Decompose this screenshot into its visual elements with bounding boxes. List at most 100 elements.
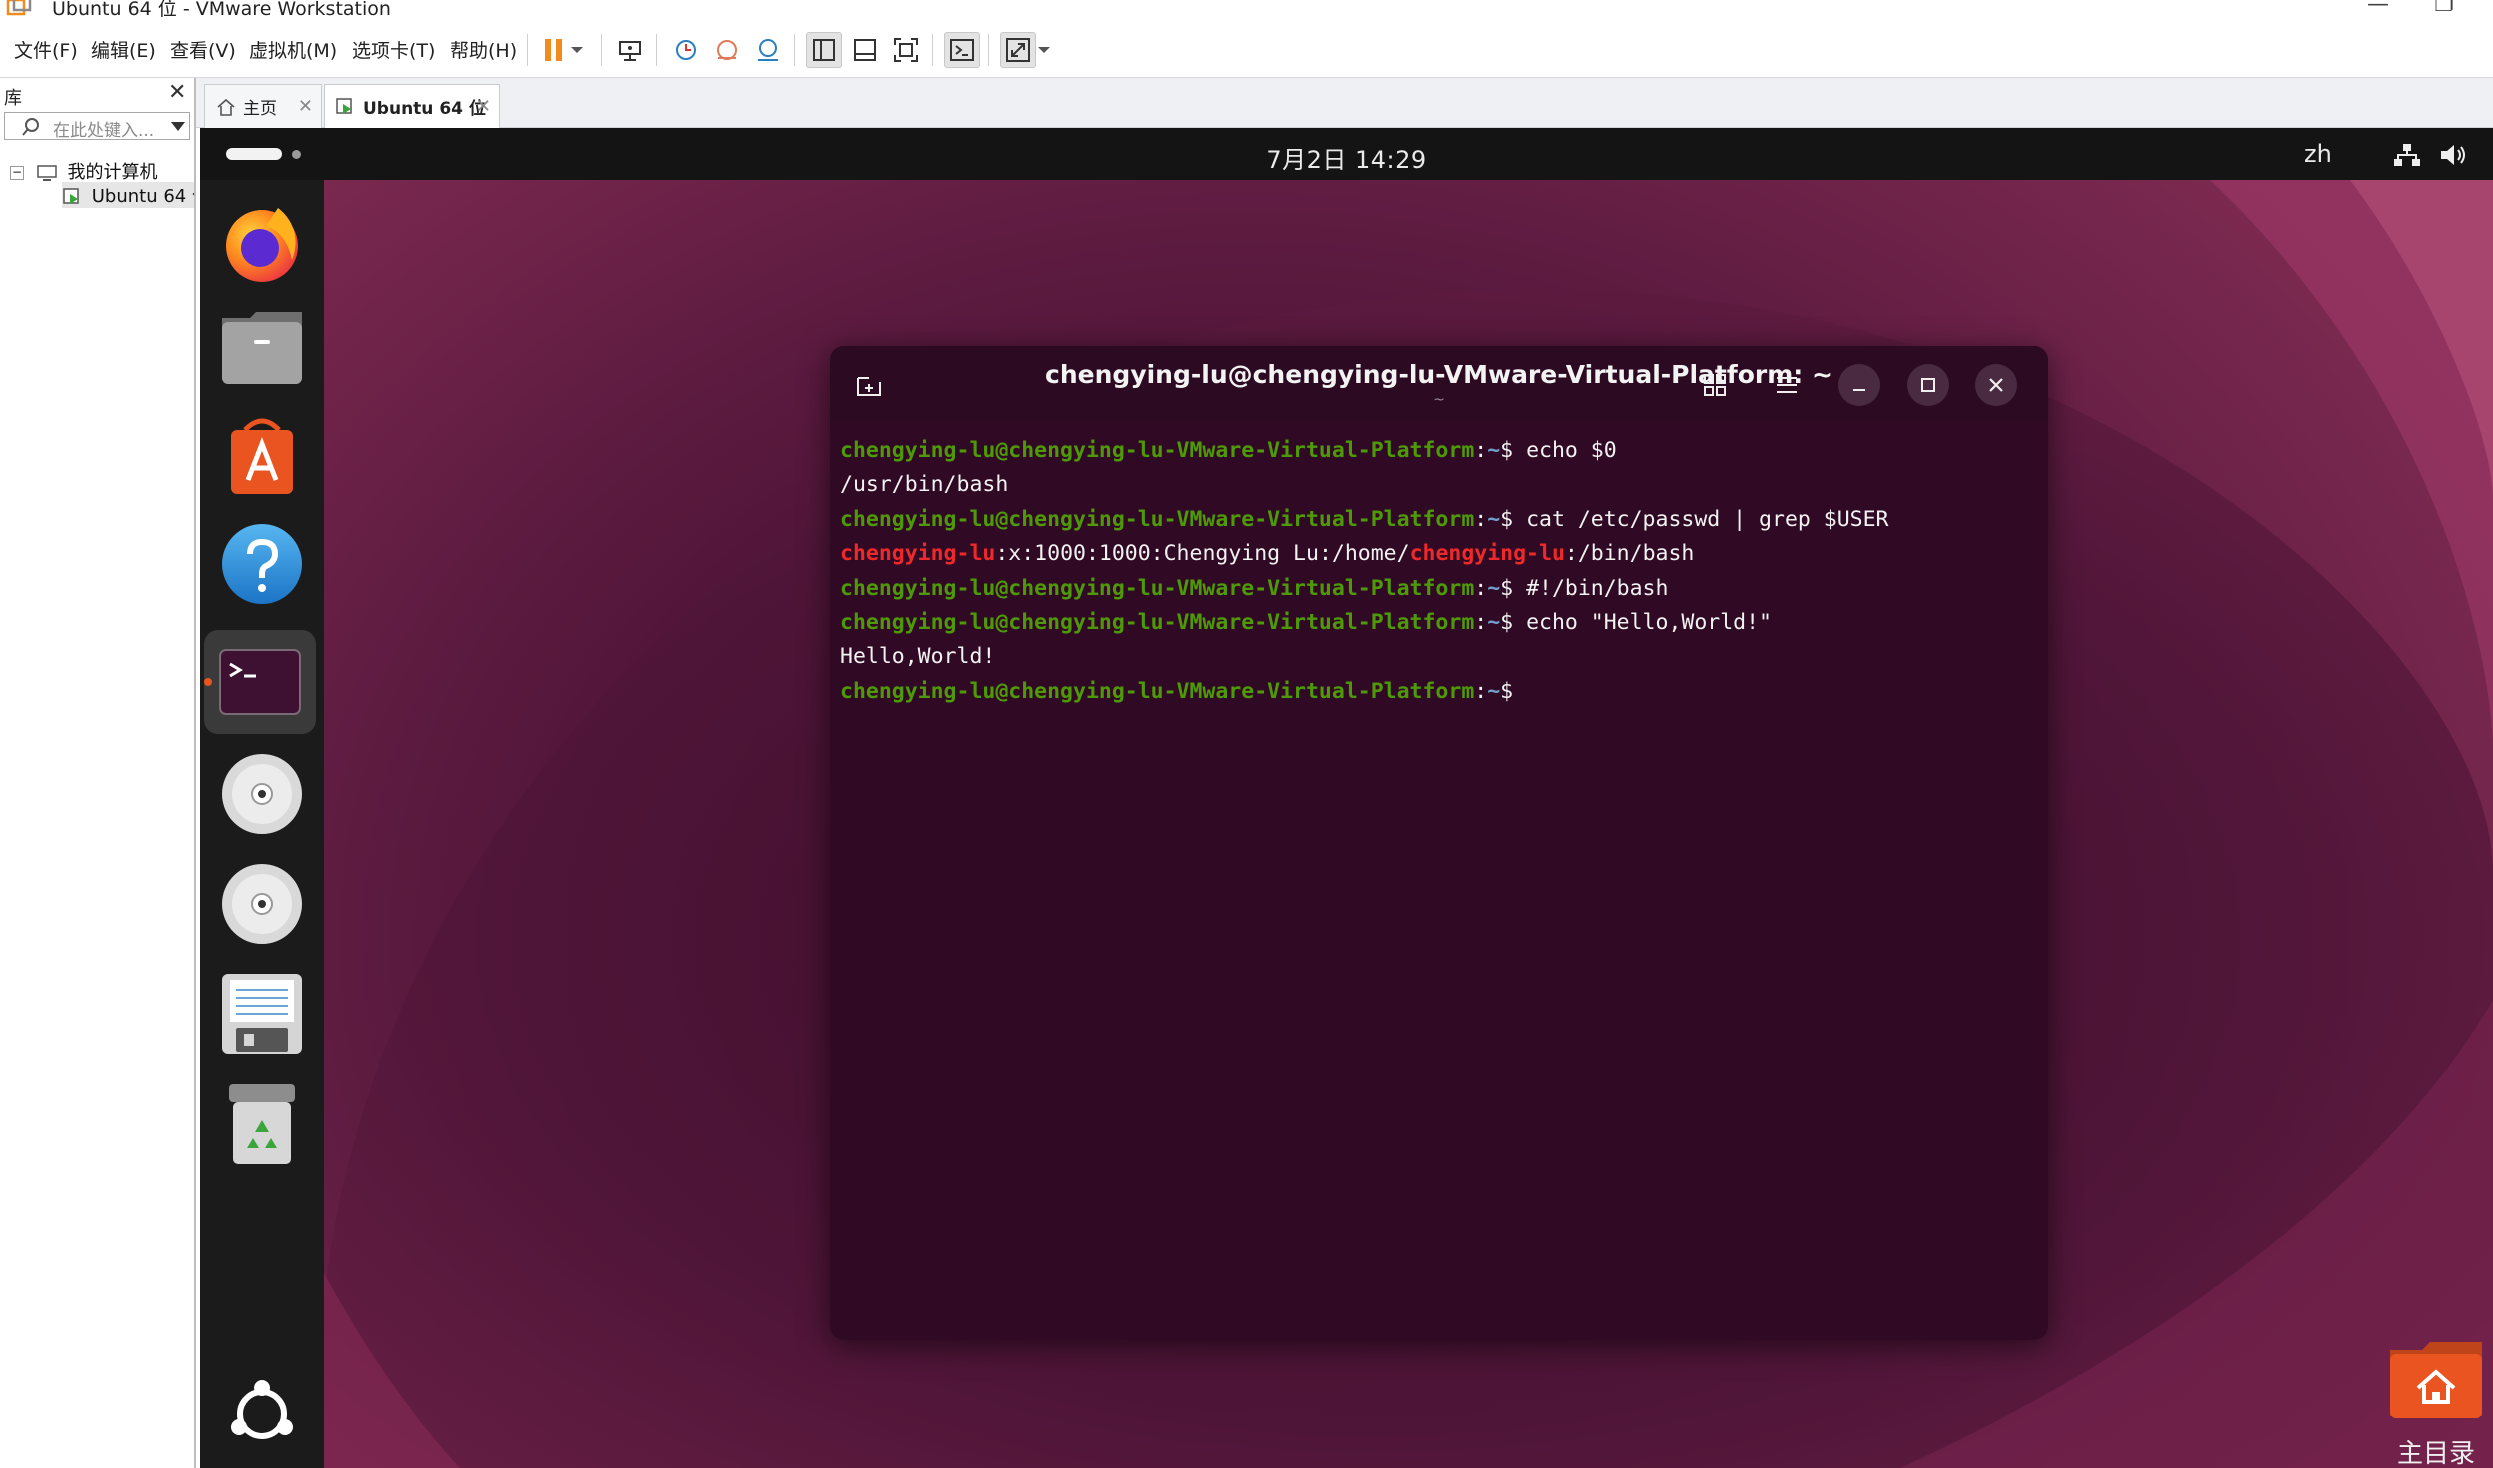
prompt-dollar: $ [1500,609,1527,635]
dvd-icon [222,754,302,834]
computer-icon [36,165,57,181]
terminal-icon [219,649,301,715]
dock-dvd-2[interactable] [218,860,306,948]
menu-tabs[interactable]: 选项卡(T) [352,36,435,63]
snapshot-icon[interactable] [668,32,704,68]
dock-floppy[interactable] [218,970,306,1058]
tree-my-computer[interactable]: − 我的计算机 [10,158,157,184]
dock-firefox[interactable] [218,198,306,286]
prompt-user: chengying-lu@chengying-lu-VMware-Virtual… [840,609,1475,635]
prompt-user: chengying-lu@chengying-lu-VMware-Virtual… [840,438,1475,463]
maximize-terminal-button[interactable] [1907,364,1949,406]
tab-home-close-icon[interactable]: ✕ [298,96,313,117]
fit-window-icon[interactable] [1000,32,1036,68]
prompt-dollar: $ [1500,678,1527,704]
terminal-output[interactable]: chengying-lu@chengying-lu-VMware-Virtual… [840,434,2030,709]
hamburger-menu-icon [1777,377,1797,393]
collapse-toggle-icon[interactable]: − [10,166,24,180]
prompt-separator: : [1474,575,1488,601]
full-screen-icon[interactable] [888,32,924,68]
terminal-line: chengying-lu@chengying-lu-VMware-Virtual… [840,434,2030,468]
minimize-icon [1853,389,1865,391]
window-title: Ubuntu 64 位 - VMware Workstation [52,0,391,20]
command-text: cat /etc/passwd | grep $USER [1526,506,1889,532]
tab-ubuntu-close-icon[interactable]: ✕ [476,96,491,117]
show-library-icon[interactable] [806,32,842,68]
prompt-path: ~ [1487,438,1501,463]
terminal-line: /usr/bin/bash [840,468,2030,502]
prompt-separator: : [1474,506,1488,532]
ubuntu-logo-icon [231,1380,293,1439]
tab-ubuntu[interactable]: Ubuntu 64 位 ✕ [324,84,500,128]
dock-files[interactable] [218,304,306,392]
terminal-window[interactable]: chengying-lu@chengying-lu-VMware-Virtual… [830,346,2048,1340]
library-search-placeholder: 在此处键入... [53,121,155,141]
menu-toolbar: 文件(F) 编辑(E) 查看(V) 虚拟机(M) 选项卡(T) 帮助(H) [0,22,2493,78]
pause-dropdown-icon[interactable] [566,32,588,68]
library-close-icon[interactable]: ✕ [168,80,186,105]
close-terminal-button[interactable] [1975,364,2017,406]
dock-trash[interactable] [218,1080,306,1168]
prompt-separator: : [1474,438,1488,463]
terminal-headerbar[interactable]: chengying-lu@chengying-lu-VMware-Virtual… [830,346,2048,422]
dock-show-apps[interactable] [218,1370,306,1458]
output-text: /usr/bin/bash [840,472,1009,498]
prompt-separator: : [1474,678,1488,704]
toolbar-separator [794,34,795,66]
tree-vm-ubuntu[interactable]: Ubuntu 64 位 [62,182,194,208]
menu-vm[interactable]: 虚拟机(M) [249,36,337,63]
vmware-workstation-window: Ubuntu 64 位 - VMware Workstation — ❐ 文件(… [0,0,2493,1468]
library-panel: 库 ✕ 在此处键入... − 我的计算机 Ubuntu 64 位 [0,78,196,1468]
help-icon [222,524,302,604]
input-language[interactable]: zh [2304,140,2332,168]
terminal-line: Hello,World! [840,640,2030,674]
tab-home[interactable]: 主页 ✕ [204,84,322,128]
menu-button[interactable] [1766,364,1808,406]
terminal-line: chengying-lu:x:1000:1000:Chengying Lu:/h… [840,537,2030,571]
library-search-input[interactable]: 在此处键入... [4,112,190,141]
network-icon[interactable] [2392,142,2422,168]
volume-icon[interactable] [2438,142,2468,168]
prompt-user: chengying-lu@chengying-lu-VMware-Virtual… [840,506,1475,532]
console-view-icon[interactable] [944,32,980,68]
app-center-icon [231,418,293,494]
fit-dropdown-icon[interactable] [1034,32,1054,68]
ubuntu-top-bar: 7月2日 14:29 zh [200,128,2493,180]
vm-console[interactable]: 7月2日 14:29 zh 主目录 chengying-lu@chengying… [200,128,2493,1468]
toolbar-separator [932,34,933,66]
prompt-path: ~ [1487,575,1501,601]
tab-home-label: 主页 [243,99,277,119]
prompt-path: ~ [1487,506,1501,532]
dock-terminal[interactable] [204,630,316,734]
dock-dvd-1[interactable] [218,750,306,838]
revert-snapshot-icon[interactable] [709,32,745,68]
clock[interactable]: 7月2日 14:29 [200,140,2493,175]
grep-match: chengying-lu [1409,541,1565,567]
grid-icon [1704,374,1726,396]
maximize-icon [1921,378,1935,392]
tab-overview-button[interactable] [1694,364,1736,406]
home-folder-label: 主目录 [2396,1439,2475,1468]
home-folder-icon [2390,1342,2482,1418]
thumbnail-bar-icon[interactable] [847,32,883,68]
menu-file[interactable]: 文件(F) [14,36,78,63]
search-dropdown-icon[interactable] [171,122,185,131]
dock-help[interactable] [218,520,306,608]
vm-running-icon [336,97,352,114]
toolbar-separator [988,34,989,66]
restore-button[interactable]: ❐ [2424,0,2464,20]
output-text: :x:1000:1000:Chengying Lu:/home/ [995,541,1410,567]
close-icon [1989,378,2003,392]
menu-view[interactable]: 查看(V) [170,36,236,63]
snapshot-manager-icon[interactable] [750,32,786,68]
minimize-button[interactable]: — [2358,0,2398,20]
floppy-icon [222,974,302,1054]
menu-help[interactable]: 帮助(H) [450,36,517,63]
home-folder-desktop-icon[interactable]: 主目录 [2376,1338,2493,1468]
menu-edit[interactable]: 编辑(E) [91,36,156,63]
files-icon [222,312,302,384]
minimize-terminal-button[interactable] [1838,364,1880,406]
dock-app-center[interactable] [218,412,306,500]
send-ctrl-alt-del-icon[interactable] [612,32,648,68]
prompt-user: chengying-lu@chengying-lu-VMware-Virtual… [840,575,1475,601]
